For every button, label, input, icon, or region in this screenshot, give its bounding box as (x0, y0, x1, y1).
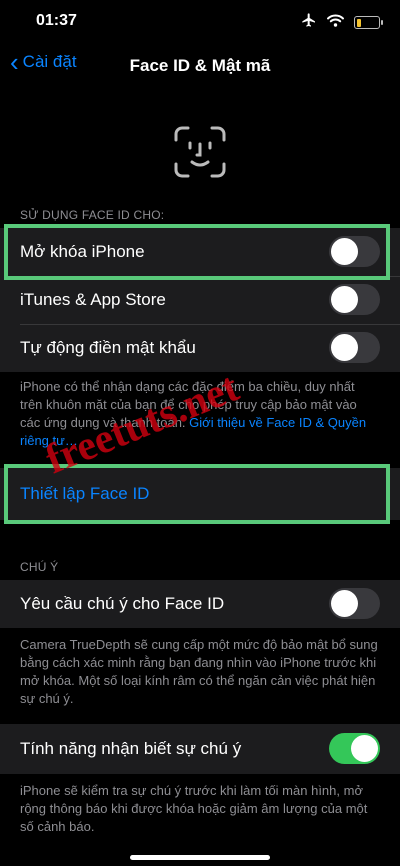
row-label: Yêu cầu chú ý cho Face ID (20, 594, 225, 613)
home-indicator (130, 855, 270, 860)
row-require-attention[interactable]: Yêu cầu chú ý cho Face ID (0, 580, 400, 628)
face-id-icon (172, 124, 228, 180)
row-label: Tính năng nhận biết sự chú ý (20, 739, 242, 758)
section-header-attention: CHÚ Ý (20, 560, 59, 574)
section-header-use-for: SỬ DỤNG FACE ID CHO: (20, 208, 165, 222)
itunes-app-store-toggle[interactable] (329, 284, 380, 315)
airplane-icon (301, 12, 317, 33)
wifi-icon (327, 14, 344, 32)
battery-icon (354, 16, 383, 29)
attention-aware-group: Tính năng nhận biết sự chú ý (0, 724, 400, 774)
setup-face-id-label: Thiết lập Face ID (20, 484, 150, 503)
row-itunes-app-store[interactable]: iTunes & App Store (0, 276, 400, 324)
require-attention-toggle[interactable] (329, 588, 380, 619)
attention-aware-footnote: iPhone sẽ kiểm tra sự chú ý trước khi là… (20, 783, 368, 834)
attention-group: Yêu cầu chú ý cho Face ID (0, 580, 400, 628)
status-icons (301, 12, 383, 33)
row-attention-aware[interactable]: Tính năng nhận biết sự chú ý (0, 725, 400, 773)
use-for-group: Mở khóa iPhone iTunes & App Store Tự độn… (0, 228, 400, 372)
status-bar: 01:37 (0, 0, 400, 44)
row-password-autofill[interactable]: Tự động điền mật khẩu (0, 324, 400, 372)
status-time: 01:37 (36, 12, 77, 29)
row-label: Tự động điền mật khẩu (20, 338, 196, 357)
row-label: iTunes & App Store (20, 290, 166, 309)
attention-aware-toggle[interactable] (329, 733, 380, 764)
password-autofill-toggle[interactable] (329, 332, 380, 363)
unlock-iphone-toggle[interactable] (329, 236, 380, 267)
row-label: Mở khóa iPhone (20, 242, 145, 261)
navigation-bar: ‹ Cài đặt Face ID & Mật mã (0, 44, 400, 88)
page-title: Face ID & Mật mã (129, 56, 271, 75)
row-unlock-iphone[interactable]: Mở khóa iPhone (0, 228, 400, 276)
require-attention-footnote: Camera TrueDepth sẽ cung cấp một mức độ … (20, 637, 378, 706)
